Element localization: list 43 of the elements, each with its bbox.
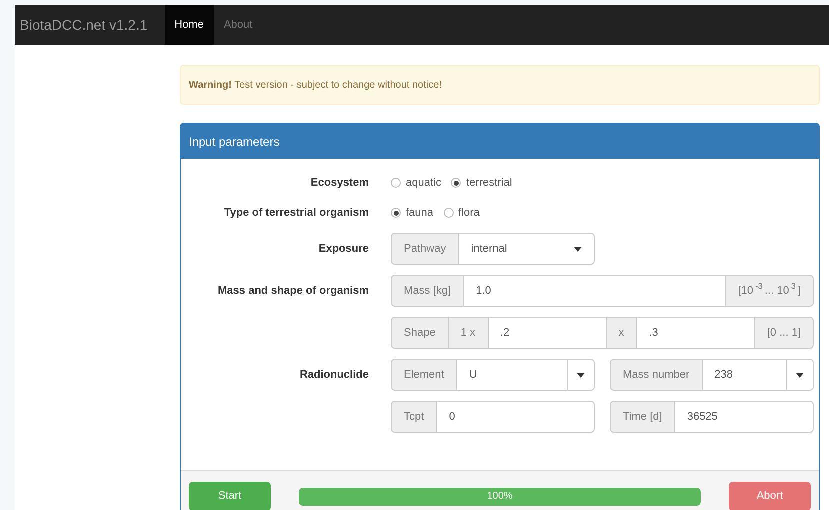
select-field[interactable]: internal (458, 233, 595, 265)
input-addon: Pathway (391, 233, 458, 265)
radio-button[interactable] (391, 208, 401, 218)
input-addon: x (606, 317, 636, 349)
input-field[interactable]: .3 (636, 317, 754, 349)
brand-title[interactable]: BiotaDCC.net v1.2.1 (15, 5, 153, 45)
radio-button[interactable] (451, 178, 462, 188)
input-addon: [10$^{-3}$ ... 10$^{3}$] (725, 275, 814, 307)
radio-label: flora (458, 206, 480, 221)
input-field[interactable]: 36525 (674, 401, 814, 433)
radio-button[interactable] (444, 208, 454, 218)
input-addon: [0 ... 1] (754, 317, 814, 349)
nav-tab[interactable]: Home (164, 5, 214, 45)
radio-label: terrestrial (466, 176, 512, 191)
radio-label: aquatic (406, 176, 442, 191)
field-label: Ecosystem (310, 176, 369, 189)
radio-button[interactable] (391, 178, 401, 188)
input-addon: Time [d] (610, 401, 674, 433)
field-label: Mass and shape of organism (218, 284, 369, 297)
input-field[interactable]: 0 (436, 401, 595, 433)
panel-title: Input parameters (189, 134, 280, 150)
input-field[interactable]: 1.0 (463, 275, 726, 307)
radio-label: fauna (406, 206, 434, 221)
input-addon: Element (391, 359, 456, 391)
dropdown-button[interactable] (567, 359, 595, 391)
input-field[interactable]: 238 (702, 359, 786, 391)
nav-tab[interactable]: About (214, 5, 263, 45)
input-addon: 1 x (448, 317, 488, 349)
input-addon: Mass number (610, 359, 702, 391)
input-addon: Mass [kg] (391, 275, 464, 307)
warning-text: Warning! Test version - subject to change without notice! (189, 78, 442, 92)
caret-icon (574, 246, 582, 252)
caret-icon (577, 372, 585, 378)
progress-text: 100% (486, 490, 514, 504)
field-label: Type of terrestrial organism (224, 206, 369, 219)
field-label: Exposure (318, 242, 369, 255)
caret-icon (796, 372, 804, 378)
field-label: Radionuclide (300, 368, 369, 381)
input-field[interactable]: .2 (488, 317, 606, 349)
input-addon: Shape (391, 317, 448, 349)
input-field[interactable]: U (456, 359, 567, 391)
dropdown-button[interactable] (786, 359, 814, 391)
input-addon: Tcpt (391, 401, 436, 433)
